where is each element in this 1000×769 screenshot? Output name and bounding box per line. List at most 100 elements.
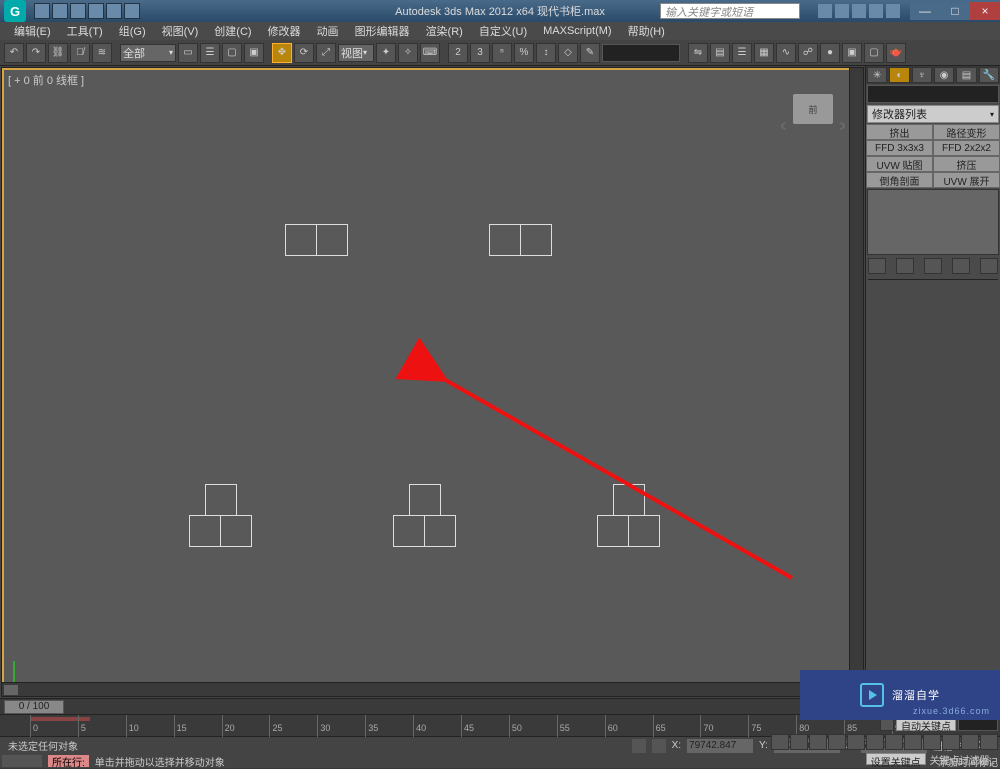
viewcube-compass[interactable] [781,118,845,134]
qat-new-icon[interactable] [34,3,50,19]
maximize-button[interactable]: □ [940,2,970,20]
tab-create-icon[interactable]: ✳ [867,67,887,83]
render-frame-icon[interactable]: ▢ [864,43,884,63]
next-frame-icon[interactable] [828,734,846,750]
curve-editor-icon[interactable]: ∿ [776,43,796,63]
orbit-icon[interactable] [961,734,979,750]
modifier-uvwmap-button[interactable]: UVW 贴图 [866,156,933,172]
subscription-icon[interactable] [835,4,849,18]
remove-modifier-icon[interactable] [952,258,970,274]
pan-icon[interactable] [942,734,960,750]
select-manipulate-icon[interactable]: ✧ [398,43,418,63]
selection-filter-dropdown[interactable]: 全部▾ [120,44,176,62]
select-and-scale-icon[interactable]: ⤢ [316,43,336,63]
mirror-icon[interactable]: ⇋ [688,43,708,63]
window-crossing-icon[interactable]: ▣ [244,43,264,63]
menu-customize[interactable]: 自定义(U) [471,21,535,41]
edit-named-sel-icon[interactable]: ✎ [580,43,600,63]
menu-group[interactable]: 组(G) [111,21,154,41]
menu-graph-editors[interactable]: 图形编辑器 [347,21,418,41]
tab-display-icon[interactable]: ▤ [956,67,976,83]
infocenter-search-input[interactable]: 输入关键字或短语 [660,3,800,19]
set-key-button[interactable]: 设置关键点 [866,753,926,765]
tab-modify-icon[interactable]: ◐ [889,67,909,83]
zoom-extents-icon[interactable] [904,734,922,750]
qat-redo-icon[interactable] [106,3,122,19]
pin-stack-icon[interactable] [868,258,886,274]
graphite-ribbon-icon[interactable]: ▦ [754,43,774,63]
qat-link-icon[interactable] [124,3,140,19]
menu-render[interactable]: 渲染(R) [418,21,471,41]
menu-maxscript[interactable]: MAXScript(M) [535,23,619,39]
select-and-rotate-icon[interactable]: ⟳ [294,43,314,63]
link-icon[interactable]: ⛓ [48,43,68,63]
snap-3d-icon[interactable]: 3 [470,43,490,63]
layers-icon[interactable]: ☰ [732,43,752,63]
tab-hierarchy-icon[interactable]: ♆ [912,67,932,83]
maxscript-macro-recorder[interactable] [2,755,42,767]
percent-snap-icon[interactable]: % [514,43,534,63]
max-toggle-icon[interactable] [980,734,998,750]
minimize-button[interactable]: — [910,2,940,20]
named-selection-dropdown[interactable] [602,44,680,62]
select-and-move-icon[interactable]: ✥ [272,43,292,63]
modifier-squeeze-button[interactable]: 挤压 [933,156,1000,172]
app-menu-icon[interactable]: G [4,0,26,22]
key-filters-button[interactable]: 关键点过滤器... [930,752,998,767]
qat-open-icon[interactable] [52,3,68,19]
undo-icon[interactable]: ↶ [4,43,24,63]
play-icon[interactable] [809,734,827,750]
zoom-icon[interactable] [866,734,884,750]
align-icon[interactable]: ▤ [710,43,730,63]
select-region-icon[interactable]: ▢ [222,43,242,63]
close-button[interactable]: × [970,2,1000,20]
schematic-view-icon[interactable]: ☍ [798,43,818,63]
object-name-field[interactable] [867,85,999,103]
spinner-snap-icon[interactable]: ↕ [536,43,556,63]
menu-edit[interactable]: 编辑(E) [6,21,59,41]
qat-undo-icon[interactable] [88,3,104,19]
exchange-icon[interactable] [852,4,866,18]
infocenter-search-icon[interactable] [818,4,832,18]
show-end-result-icon[interactable] [896,258,914,274]
configure-sets-icon[interactable] [980,258,998,274]
viewport[interactable]: [ + 0 前 0 线框 ] 前 [1,67,864,697]
modifier-uvwunwrap-button[interactable]: UVW 展开 [933,172,1000,188]
select-by-name-icon[interactable]: ☰ [200,43,220,63]
menu-views[interactable]: 视图(V) [154,21,207,41]
modifier-stack[interactable] [867,189,999,255]
modifier-extrude-button[interactable]: 挤出 [866,124,933,140]
use-pivot-center-icon[interactable]: ✦ [376,43,396,63]
coord-x-input[interactable]: 79742.847 [687,739,753,753]
redo-icon[interactable]: ↷ [26,43,46,63]
render-setup-icon[interactable]: ▣ [842,43,862,63]
menu-tools[interactable]: 工具(T) [59,21,111,41]
bind-spacewarp-icon[interactable]: ≋ [92,43,112,63]
scrollbar-thumb[interactable] [4,685,18,695]
unlink-icon[interactable]: ⛓̸ [70,43,90,63]
tab-motion-icon[interactable]: ◉ [934,67,954,83]
make-unique-icon[interactable] [924,258,942,274]
modifier-ffd3-button[interactable]: FFD 3x3x3 [866,140,933,156]
viewport-vscrollbar[interactable] [849,68,863,682]
keyboard-shortcut-toggle-icon[interactable]: ⌨ [420,43,440,63]
snap-2d-icon[interactable]: 2 [448,43,468,63]
ref-coord-system-dropdown[interactable]: 视图▾ [338,44,374,62]
menu-create[interactable]: 创建(C) [206,21,259,41]
menu-modifiers[interactable]: 修改器 [260,21,309,41]
viewport-label[interactable]: [ + 0 前 0 线框 ] [8,72,84,88]
field-of-view-icon[interactable] [923,734,941,750]
edge-snap-icon[interactable]: ◇ [558,43,578,63]
prev-frame-icon[interactable] [790,734,808,750]
menu-help[interactable]: 帮助(H) [620,21,673,41]
angle-snap-icon[interactable]: ⁿ [492,43,512,63]
modifier-ffd2-button[interactable]: FFD 2x2x2 [933,140,1000,156]
help-icon[interactable] [886,4,900,18]
menu-animation[interactable]: 动画 [309,21,347,41]
zoom-all-icon[interactable] [885,734,903,750]
material-editor-icon[interactable]: ● [820,43,840,63]
viewport-hscrollbar[interactable] [2,682,847,696]
qat-save-icon[interactable] [70,3,86,19]
favorites-icon[interactable] [869,4,883,18]
tab-utilities-icon[interactable]: 🔧 [979,67,999,83]
